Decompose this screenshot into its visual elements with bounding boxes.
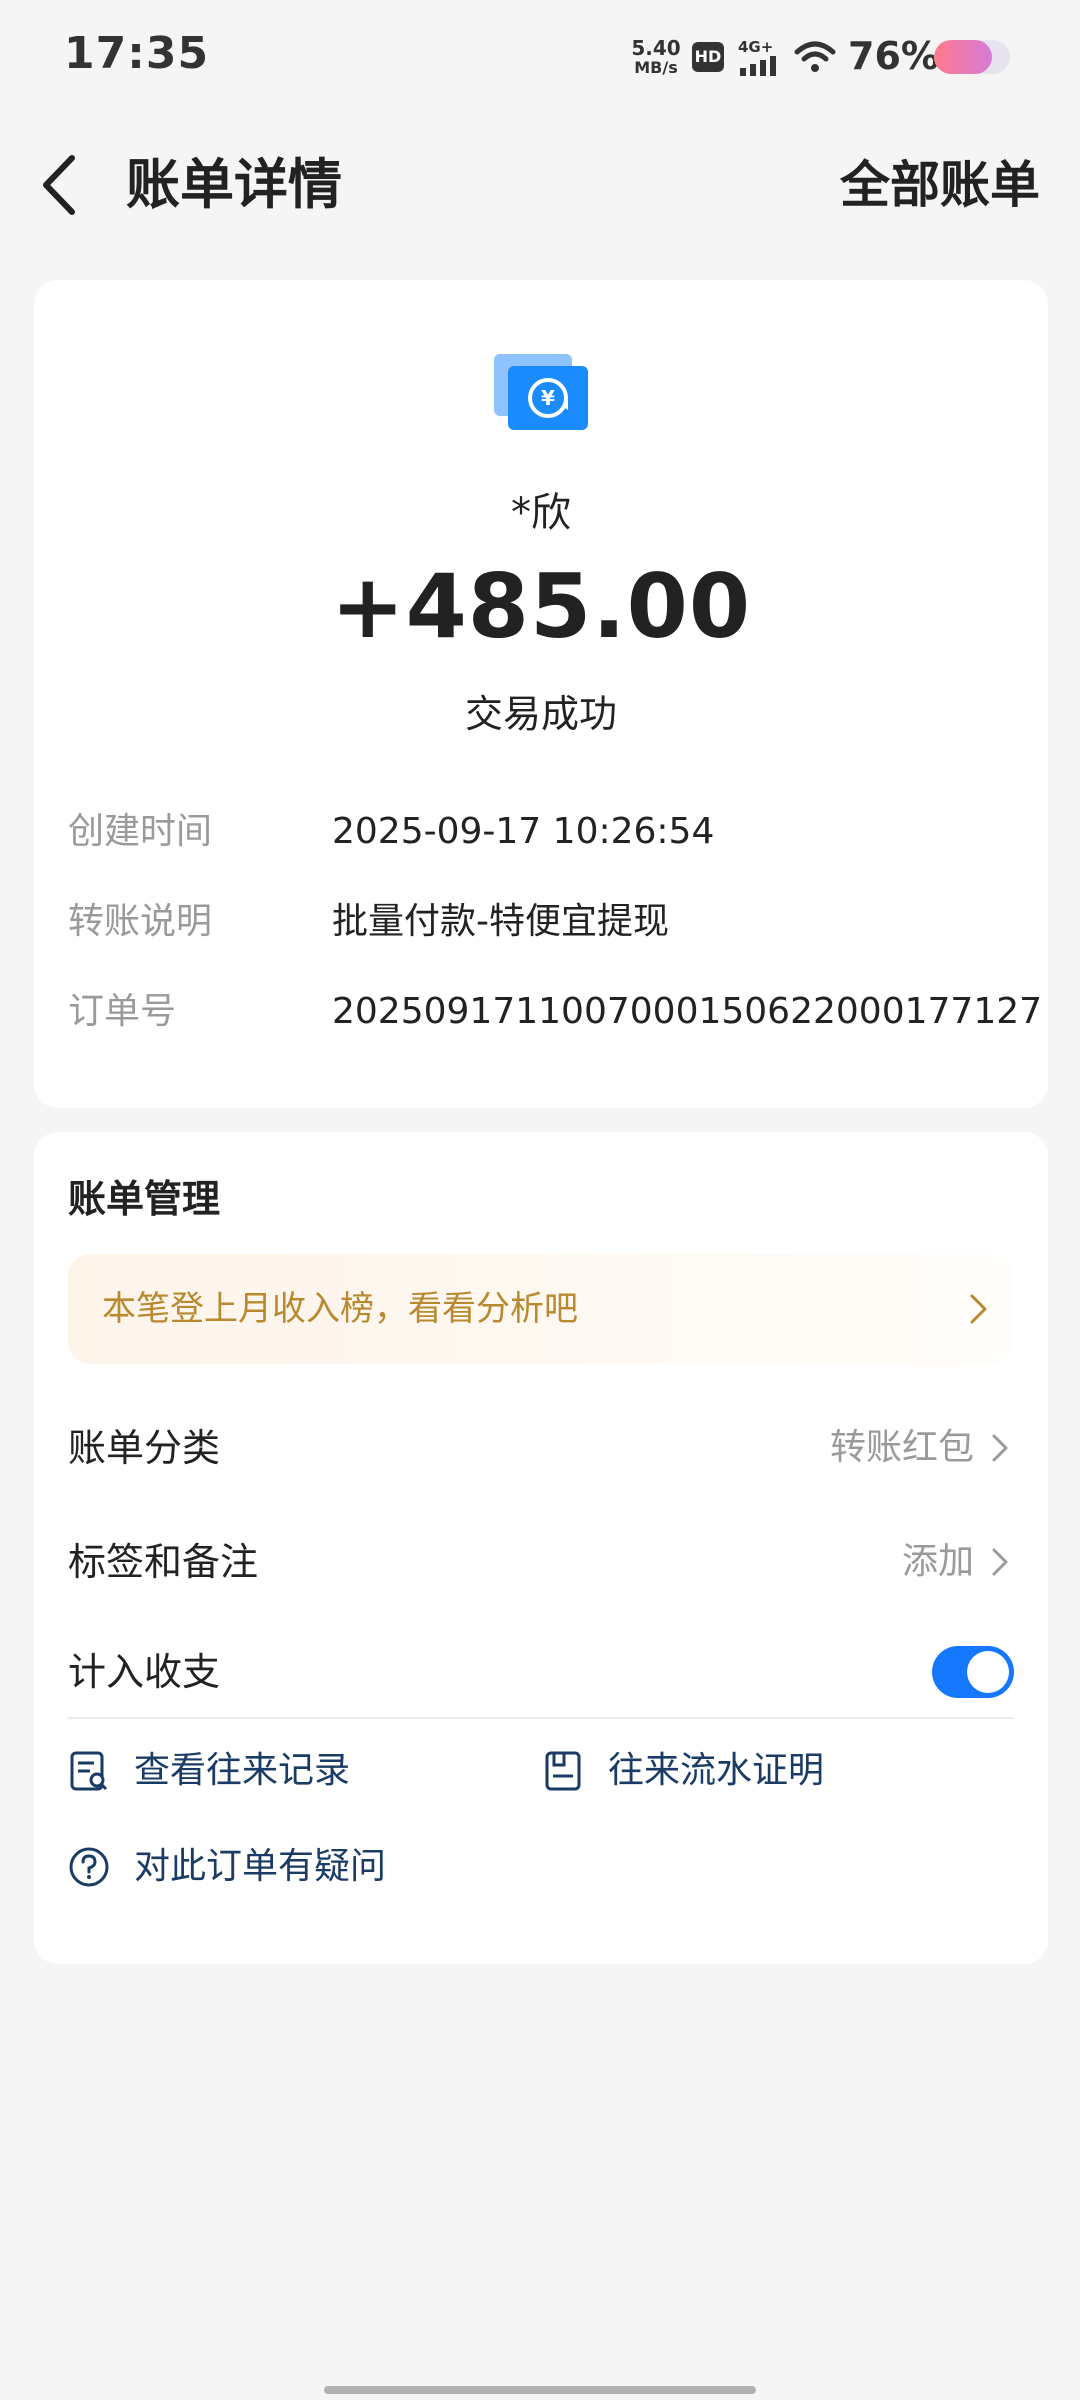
- transaction-card: ¥ *欣 +485.00 交易成功 创建时间 2025-09-17 10:26:…: [34, 280, 1048, 1108]
- info-label: 转账说明: [68, 901, 213, 942]
- tags-notes-row[interactable]: 标签和备注 添加: [68, 1512, 1014, 1612]
- bill-category-label: 账单分类: [68, 1426, 221, 1470]
- divider: [68, 1717, 1014, 1719]
- view-history-link[interactable]: 查看往来记录: [68, 1736, 488, 1806]
- record-list-icon: [70, 1751, 108, 1791]
- count-in-budget-toggle[interactable]: [932, 1646, 1014, 1698]
- toggle-knob: [967, 1651, 1009, 1693]
- bill-management-card: 账单管理 本笔登上月收入榜，看看分析吧 账单分类 转账红包 标签和备注 添加 计…: [34, 1132, 1048, 1964]
- back-button[interactable]: [30, 150, 100, 220]
- proof-document-icon: [545, 1751, 581, 1791]
- chevron-right-icon: [970, 1294, 987, 1324]
- count-in-budget-label: 计入收支: [68, 1650, 221, 1694]
- tags-notes-label: 标签和备注: [68, 1540, 259, 1584]
- count-in-budget-row: 计入收支: [68, 1622, 1014, 1722]
- order-question-label: 对此订单有疑问: [134, 1846, 387, 1887]
- info-row-transfer-note: 转账说明 批量付款-特便宜提现: [68, 892, 1028, 952]
- info-row-order-number: 订单号 2025091711007000150622000177127: [68, 982, 1042, 1042]
- view-history-label: 查看往来记录: [134, 1750, 351, 1791]
- order-question-link[interactable]: 对此订单有疑问: [68, 1832, 488, 1902]
- network-speed-value: 5.40: [631, 36, 681, 60]
- payer-name: *欣: [511, 490, 571, 536]
- question-circle-icon: [69, 1847, 109, 1887]
- section-title: 账单管理: [68, 1177, 221, 1221]
- bill-category-row[interactable]: 账单分类 转账红包: [68, 1398, 1014, 1498]
- info-value[interactable]: 2025091711007000150622000177127: [332, 982, 1042, 1042]
- info-label: 创建时间: [68, 811, 213, 852]
- network-speed-unit: MB/s: [634, 58, 678, 77]
- page-title: 账单详情: [126, 153, 342, 216]
- chevron-right-icon: [992, 1434, 1008, 1462]
- battery-percentage: 76%: [848, 34, 939, 78]
- bill-category-value: 转账红包: [829, 1427, 974, 1468]
- info-label: 订单号: [68, 991, 177, 1032]
- info-row-created-time: 创建时间 2025-09-17 10:26:54: [68, 802, 1028, 862]
- transaction-status: 交易成功: [464, 692, 617, 736]
- income-ranking-banner[interactable]: 本笔登上月收入榜，看看分析吧: [68, 1254, 1014, 1364]
- tags-notes-value: 添加: [901, 1541, 974, 1582]
- all-bills-link[interactable]: 全部账单: [840, 150, 1040, 220]
- status-time: 17:35: [64, 28, 210, 79]
- wifi-icon: [794, 41, 836, 72]
- cellular-signal-icon: 4G+: [738, 38, 776, 76]
- status-bar: 17:35 5.40 MB/s HD 4G+ 76%: [0, 0, 1080, 120]
- transfer-yuan-icon: ¥: [494, 354, 588, 430]
- info-value: 2025-09-17 10:26:54: [332, 811, 715, 852]
- battery-level: [934, 40, 992, 74]
- battery-icon: [934, 40, 1010, 74]
- header: 账单详情 全部账单: [0, 130, 1080, 240]
- transaction-proof-label: 往来流水证明: [608, 1750, 825, 1791]
- home-indicator[interactable]: [324, 2386, 756, 2394]
- transaction-proof-link[interactable]: 往来流水证明: [542, 1736, 962, 1806]
- chevron-right-icon: [992, 1548, 1008, 1576]
- hd-badge: HD: [692, 42, 724, 72]
- info-value: 批量付款-特便宜提现: [332, 901, 669, 942]
- network-speed: 5.40 MB/s: [630, 38, 682, 78]
- transaction-amount: +485.00: [330, 555, 752, 658]
- svg-text:¥: ¥: [541, 386, 555, 410]
- network-type-label: 4G+: [738, 38, 773, 56]
- promo-text: 本笔登上月收入榜，看看分析吧: [102, 1289, 578, 1329]
